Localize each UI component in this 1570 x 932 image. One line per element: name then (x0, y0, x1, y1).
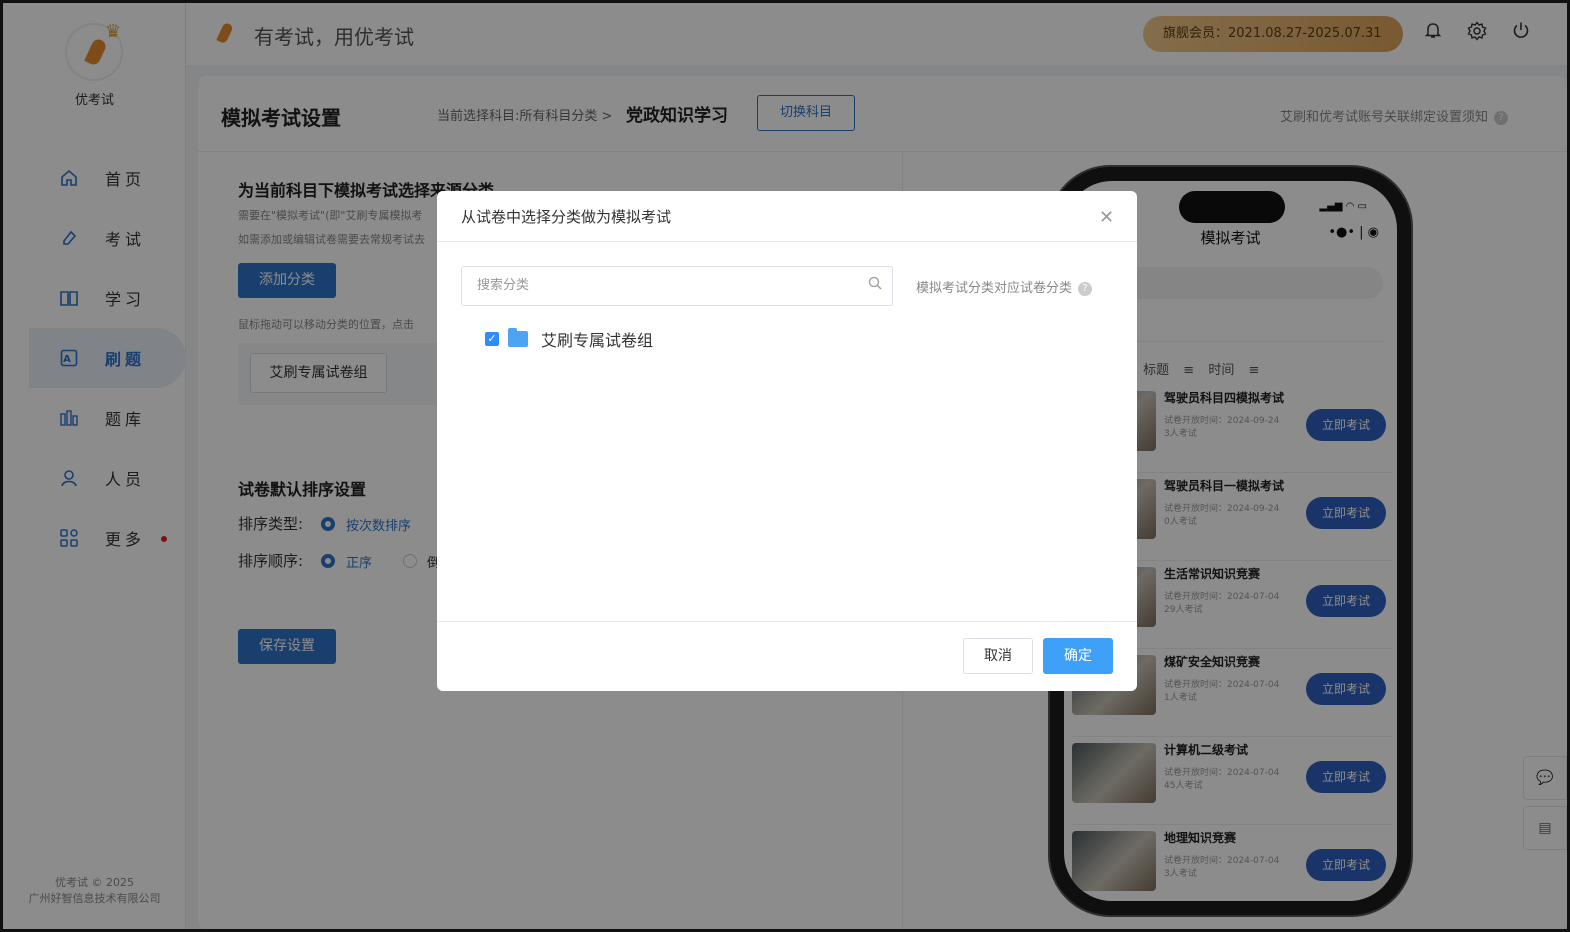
checkbox-checked-icon[interactable]: ✓ (485, 332, 499, 346)
mapping-label-text: 模拟考试分类对应试卷分类 (916, 281, 1073, 296)
confirm-button[interactable]: 确定 (1043, 638, 1113, 674)
tree-item[interactable]: ✓ 艾刷专属试卷组 (485, 328, 653, 350)
folder-icon (508, 328, 528, 347)
cancel-button[interactable]: 取消 (963, 638, 1033, 674)
divider (437, 241, 1137, 242)
search-placeholder: 搜索分类 (477, 278, 530, 293)
app-window: ♛ 优考试 首页 考试 学习 A 刷题 题库 人员 更多 优考试 © 2025 … (0, 0, 1570, 932)
search-icon[interactable] (868, 267, 882, 305)
help-icon[interactable]: ? (1078, 281, 1093, 296)
dialog-title: 从试卷中选择分类做为模拟考试 (461, 208, 672, 226)
tree-item-label[interactable]: 艾刷专属试卷组 (541, 327, 653, 351)
divider (437, 621, 1137, 622)
close-icon[interactable]: ✕ (1099, 207, 1114, 228)
select-category-dialog: 从试卷中选择分类做为模拟考试 ✕ 搜索分类 模拟考试分类对应试卷分类? ✓ 艾刷… (437, 191, 1137, 691)
category-search-input[interactable]: 搜索分类 (461, 266, 893, 306)
mapping-label: 模拟考试分类对应试卷分类? (916, 277, 1093, 296)
